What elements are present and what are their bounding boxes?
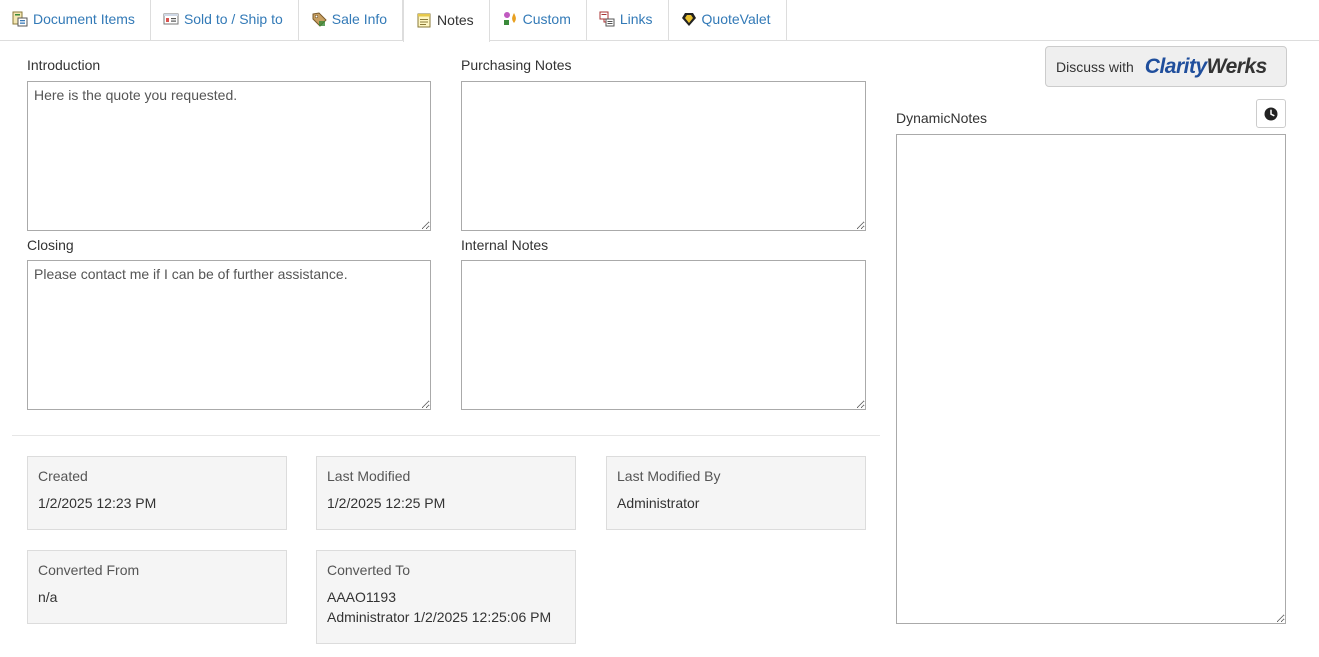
introduction-textarea[interactable]: Here is the quote you requested.: [27, 81, 431, 231]
document-items-icon: [12, 11, 28, 27]
tab-label: Document Items: [33, 11, 135, 27]
tab-label: Sale Info: [331, 11, 388, 27]
converted-to-details: Administrator 1/2/2025 12:25:06 PM: [327, 609, 552, 625]
tab-links[interactable]: Links: [587, 0, 669, 40]
claritywerks-logo: ClarityWerks: [1144, 55, 1268, 78]
tab-label: Notes: [437, 12, 474, 28]
purchasing-notes-textarea[interactable]: [461, 81, 866, 231]
last-modified-by-panel: Last Modified By Administrator: [606, 456, 866, 530]
purchasing-notes-label: Purchasing Notes: [461, 57, 572, 73]
tab-sold-ship-to[interactable]: Sold to / Ship to: [151, 0, 299, 40]
tab-label: Sold to / Ship to: [183, 11, 283, 27]
introduction-label: Introduction: [27, 57, 101, 73]
sale-tag-icon: [312, 12, 327, 27]
created-value: 1/2/2025 12:23 PM: [38, 495, 157, 511]
dynamic-notes-textarea[interactable]: [896, 134, 1286, 624]
tab-document-items[interactable]: Document Items: [0, 0, 151, 40]
closing-label: Closing: [27, 237, 74, 253]
address-card-icon: [163, 13, 179, 25]
converted-from-label: Converted From: [38, 562, 140, 578]
converted-to-label: Converted To: [327, 562, 411, 578]
closing-textarea[interactable]: Please contact me if I can be of further…: [27, 260, 431, 410]
clock-icon: [1264, 107, 1278, 120]
history-button[interactable]: [1256, 99, 1286, 128]
links-icon: [599, 11, 615, 27]
quotevalet-icon: [681, 13, 696, 26]
created-label: Created: [38, 468, 88, 484]
tab-sale-info[interactable]: Sale Info: [299, 0, 404, 40]
last-modified-panel: Last Modified 1/2/2025 12:25 PM: [316, 456, 576, 530]
tab-label: Links: [619, 11, 653, 27]
tab-custom[interactable]: Custom: [490, 0, 587, 40]
notes-icon: [417, 13, 431, 28]
internal-notes-textarea[interactable]: [461, 260, 866, 410]
converted-from-panel: Converted From n/a: [27, 550, 287, 624]
last-modified-by-label: Last Modified By: [617, 468, 721, 484]
last-modified-by-value: Administrator: [617, 495, 700, 511]
tab-bar: Document Items Sold to / Ship to Sale In…: [0, 0, 1319, 42]
discuss-label: Discuss with: [1056, 58, 1134, 75]
converted-to-panel: Converted To AAAO1193 Administrator 1/2/…: [316, 550, 576, 644]
internal-notes-label: Internal Notes: [461, 237, 549, 253]
custom-shapes-icon: [503, 12, 516, 25]
converted-from-value: n/a: [38, 589, 58, 605]
tab-quotevalet[interactable]: QuoteValet: [669, 0, 787, 40]
section-divider: [12, 435, 880, 436]
created-panel: Created 1/2/2025 12:23 PM: [27, 456, 287, 530]
discuss-with-claritywerks-button[interactable]: Discuss with ClarityWerks: [1045, 46, 1287, 87]
converted-to-quote-number: AAAO1193: [327, 589, 397, 605]
tab-notes[interactable]: Notes: [403, 0, 490, 42]
dynamic-notes-label: DynamicNotes: [896, 110, 988, 126]
tab-label: Custom: [522, 11, 571, 27]
last-modified-label: Last Modified: [327, 468, 411, 484]
last-modified-value: 1/2/2025 12:25 PM: [327, 495, 446, 511]
tab-label: QuoteValet: [701, 11, 771, 27]
